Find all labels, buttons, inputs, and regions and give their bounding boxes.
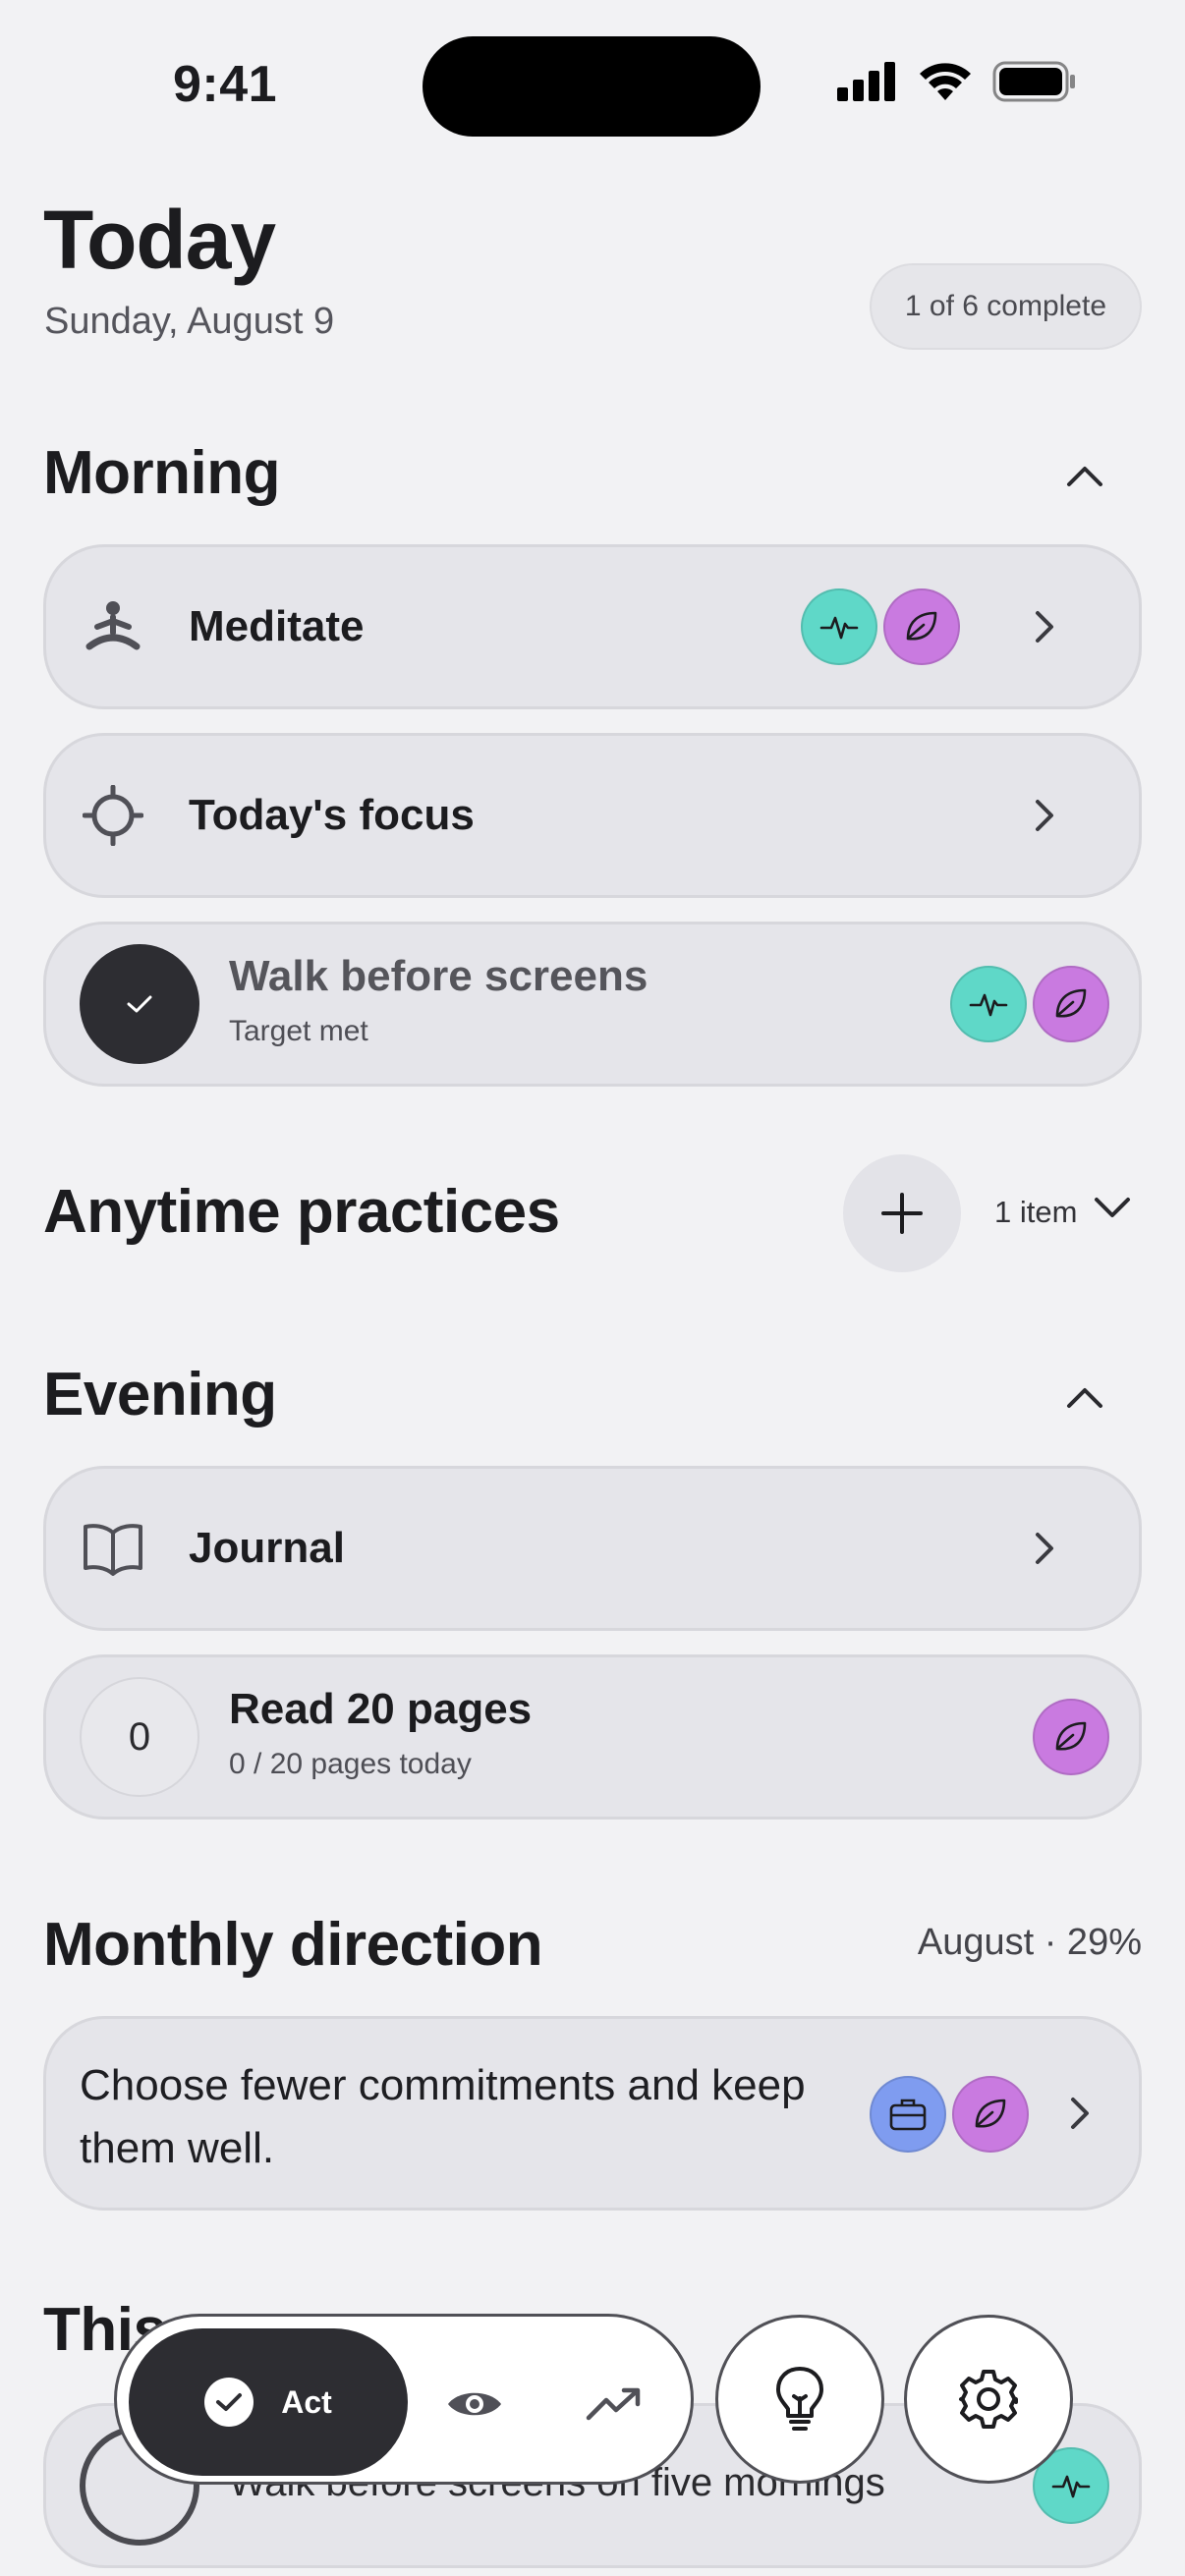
wifi-icon xyxy=(920,63,971,100)
health-tag-icon xyxy=(950,966,1027,1042)
monthly-direction-card[interactable]: Choose fewer commitments and keep them w… xyxy=(43,2016,1142,2211)
health-tag-icon xyxy=(801,588,877,665)
chevron-right-icon xyxy=(1025,796,1064,835)
insights-button[interactable] xyxy=(715,2315,884,2484)
trend-icon[interactable] xyxy=(585,2375,644,2434)
meditation-icon xyxy=(82,595,144,658)
lightbulb-icon xyxy=(776,2367,823,2431)
habit-label: Journal xyxy=(189,1524,345,1572)
status-time: 9:41 xyxy=(173,56,278,113)
habit-card-meditate[interactable]: Meditate xyxy=(43,544,1142,709)
crosshair-icon xyxy=(82,784,144,847)
tag-badges xyxy=(801,588,960,665)
gear-icon xyxy=(959,2370,1018,2429)
eye-icon[interactable] xyxy=(445,2375,504,2434)
habit-text: Walk before screens Target met xyxy=(229,952,648,1048)
settings-button[interactable] xyxy=(904,2315,1073,2484)
tag-badges xyxy=(950,966,1109,1042)
page-count-button[interactable]: 0 xyxy=(80,1677,199,1797)
nav-act-label: Act xyxy=(281,2383,332,2420)
section-title-evening: Evening xyxy=(43,1361,277,1428)
battery-icon xyxy=(992,61,1075,102)
check-circle-icon xyxy=(204,2378,254,2427)
status-icons xyxy=(837,61,1077,102)
habit-card-walk-before-screens[interactable]: Walk before screens Target met xyxy=(43,922,1142,1087)
habit-label: Walk before screens xyxy=(229,952,649,1000)
habit-progress: 0 / 20 pages today xyxy=(229,1748,472,1780)
item-count: 1 item xyxy=(994,1195,1078,1229)
habit-card-journal[interactable]: Journal xyxy=(43,1466,1142,1631)
chevron-right-icon xyxy=(1060,2094,1100,2133)
signal-icon xyxy=(837,62,895,101)
tag-badges xyxy=(1033,1699,1109,1775)
chevron-down-icon xyxy=(1095,1198,1130,1217)
expand-anytime-button[interactable] xyxy=(1093,1195,1136,1234)
habit-label: Meditate xyxy=(189,602,365,650)
today-screen: 9:41 Today Sunday, August 9 1 of 6 compl… xyxy=(0,0,1185,2576)
collapse-morning-button[interactable] xyxy=(1063,454,1106,497)
habit-card-read-20-pages[interactable]: 0 Read 20 pages 0 / 20 pages today xyxy=(43,1654,1142,1820)
book-icon xyxy=(82,1517,144,1580)
nav-act-tab[interactable]: Act xyxy=(129,2328,408,2476)
month-progress: August · 29% xyxy=(917,1922,1142,1963)
plus-icon xyxy=(881,1193,923,1234)
briefcase-tag-icon xyxy=(870,2076,946,2153)
completed-check-button[interactable] xyxy=(80,944,199,1064)
leaf-tag-icon xyxy=(1033,966,1109,1042)
page-title: Today xyxy=(43,194,276,286)
dynamic-island xyxy=(423,36,761,137)
add-practice-button[interactable] xyxy=(843,1154,961,1272)
leaf-tag-icon xyxy=(883,588,960,665)
chevron-up-icon xyxy=(1067,1388,1102,1408)
direction-text: Choose fewer commitments and keep them w… xyxy=(80,2061,806,2172)
completion-badge: 1 of 6 complete xyxy=(869,263,1142,350)
tag-badges xyxy=(870,2076,1029,2153)
habit-label: Today's focus xyxy=(189,791,475,839)
chevron-up-icon xyxy=(1067,467,1102,486)
habit-text: Read 20 pages 0 / 20 pages today xyxy=(229,1685,532,1781)
habit-status: Target met xyxy=(229,1015,368,1047)
section-title-monthly: Monthly direction xyxy=(43,1911,543,1979)
leaf-tag-icon xyxy=(952,2076,1029,2153)
date-subtitle: Sunday, August 9 xyxy=(44,301,335,342)
habit-label: Read 20 pages xyxy=(229,1685,533,1733)
chevron-right-icon xyxy=(1025,607,1064,646)
chevron-right-icon xyxy=(1025,1529,1064,1568)
section-title-anytime: Anytime practices xyxy=(43,1178,560,1246)
checkmark-icon xyxy=(127,995,152,1013)
leaf-tag-icon xyxy=(1033,1699,1109,1775)
section-title-morning: Morning xyxy=(43,439,281,507)
bottom-nav: Act xyxy=(114,2314,694,2485)
collapse-evening-button[interactable] xyxy=(1063,1375,1106,1419)
habit-card-todays-focus[interactable]: Today's focus xyxy=(43,733,1142,898)
